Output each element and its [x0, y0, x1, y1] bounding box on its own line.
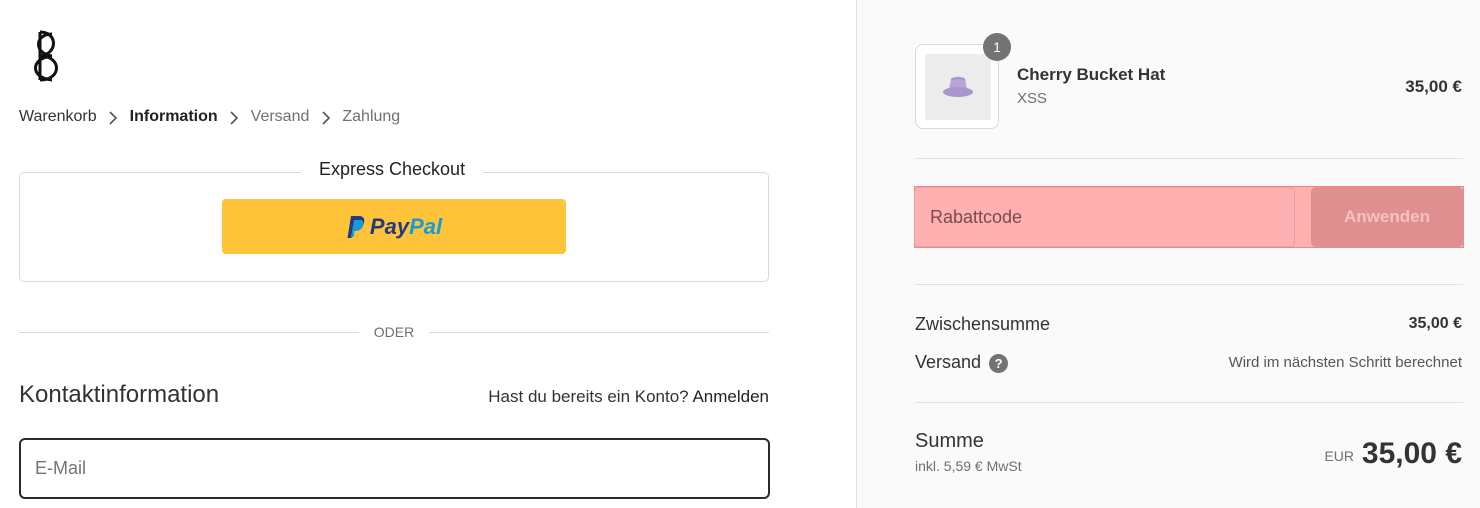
breadcrumb-shipping: Versand: [250, 108, 310, 125]
tax-note: inkl. 5,59 € MwSt: [915, 458, 1022, 474]
help-icon[interactable]: ?: [989, 353, 1009, 373]
chevron-right-icon: [218, 109, 251, 125]
summary-divider: [915, 402, 1463, 403]
product-image: [925, 54, 991, 120]
login-prompt: Hast du bereits ein Konto?: [488, 387, 689, 406]
express-checkout-title: Express Checkout: [301, 159, 484, 180]
divider-line-left: [19, 332, 359, 333]
shipping-label: Versand: [915, 352, 982, 372]
currency-code: EUR: [1324, 448, 1354, 464]
paypal-button[interactable]: Pay Pal: [222, 199, 566, 254]
paypal-text-pal: Pal: [409, 213, 443, 239]
breadcrumb-payment: Zahlung: [342, 108, 401, 125]
product-price: 35,00 €: [1405, 77, 1462, 96]
paypal-logo: Pay Pal: [346, 214, 442, 240]
shipping-value: Wird im nächsten Schritt berechnet: [1228, 354, 1462, 371]
checkout-page: Warenkorb Information Versand Zahlung Ex…: [0, 0, 1480, 508]
shipping-row: Versand?: [915, 352, 1009, 373]
chevron-right-icon: [97, 109, 130, 125]
email-field[interactable]: [19, 438, 770, 499]
contact-section-title: Kontaktinformation: [19, 381, 220, 408]
apply-discount-button[interactable]: Anwenden: [1311, 187, 1463, 247]
discount-code-field[interactable]: [914, 187, 1295, 247]
subtotal-value: 35,00 €: [1408, 315, 1462, 332]
subtotal-label: Zwischensumme: [915, 314, 1051, 334]
summary-divider: [915, 158, 1463, 159]
login-hint: Hast du bereits ein Konto? Anmelden: [488, 387, 769, 407]
divider-line-right: [429, 332, 769, 333]
login-link[interactable]: Anmelden: [692, 387, 769, 406]
or-divider-text: ODER: [373, 324, 415, 340]
breadcrumb-information: Information: [129, 108, 218, 125]
summary-divider: [915, 284, 1463, 285]
product-variant: XSS: [1017, 90, 1048, 107]
total-label: Summe: [915, 430, 984, 452]
quantity-badge: 1: [983, 33, 1011, 61]
breadcrumb-cart[interactable]: Warenkorb: [19, 108, 97, 126]
paypal-icon: [347, 215, 365, 238]
brand-monogram-icon[interactable]: [26, 30, 66, 82]
checkout-main-column: Warenkorb Information Versand Zahlung Ex…: [0, 0, 856, 508]
total-value: 35,00 €: [1361, 437, 1462, 470]
order-summary-column: 1 Cherry Bucket Hat XSS 35,00 € Anwenden…: [856, 0, 1480, 508]
chevron-right-icon: [309, 109, 342, 125]
product-name: Cherry Bucket Hat: [1017, 65, 1166, 84]
paypal-text-pay: Pay: [369, 213, 410, 239]
breadcrumb: Warenkorb Information Versand Zahlung: [19, 108, 400, 126]
bucket-hat-icon: [943, 76, 973, 97]
